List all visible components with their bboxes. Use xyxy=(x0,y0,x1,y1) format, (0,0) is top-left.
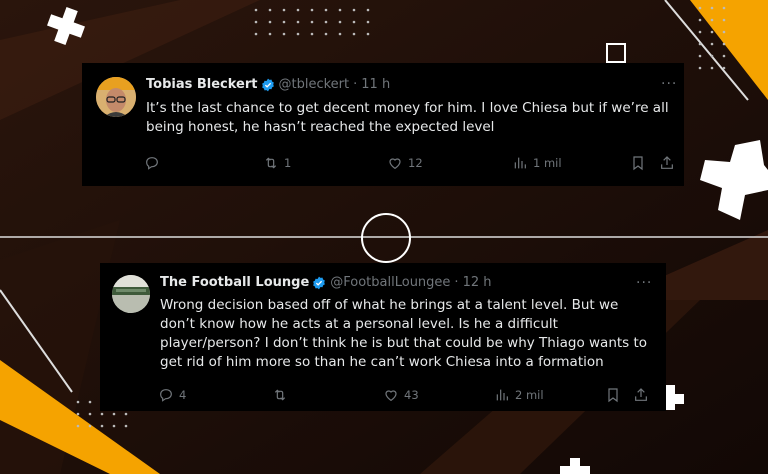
tweet-text: Wrong decision based off of what he brin… xyxy=(160,297,648,370)
views-count: 2 mil xyxy=(515,388,544,402)
reply-button[interactable]: 4 xyxy=(158,387,186,403)
action-bar: 1 12 1 mil xyxy=(144,153,682,173)
share-button[interactable] xyxy=(633,387,649,403)
like-button[interactable]: 12 xyxy=(387,155,423,171)
retweet-button[interactable]: 1 xyxy=(263,155,291,171)
views-chart-icon xyxy=(496,389,508,401)
reply-count: 4 xyxy=(179,388,187,402)
tweet-card[interactable]: Tobias Bleckert @tbleckert · 11 h ··· It… xyxy=(82,63,684,186)
heart-icon xyxy=(385,390,397,402)
action-bar: 4 43 2 mil xyxy=(158,385,658,405)
bookmark-button[interactable] xyxy=(630,155,646,171)
share-icon xyxy=(635,388,647,401)
bookmark-icon xyxy=(633,156,643,171)
bookmark-button[interactable] xyxy=(605,387,621,403)
timestamp[interactable]: 12 h xyxy=(463,275,492,290)
tweet-text: It’s the last chance to get decent money… xyxy=(146,100,669,135)
more-options-icon[interactable]: ··· xyxy=(661,76,677,92)
like-count: 43 xyxy=(404,388,419,402)
handle[interactable]: @tbleckert xyxy=(279,77,350,92)
avatar[interactable] xyxy=(112,275,150,313)
retweet-count: 1 xyxy=(284,156,292,170)
separator: · xyxy=(353,77,358,92)
like-button[interactable]: 43 xyxy=(383,387,419,403)
more-options-icon[interactable]: ··· xyxy=(636,275,652,291)
views-count: 1 mil xyxy=(533,156,562,170)
reply-icon xyxy=(160,389,172,402)
views-button[interactable]: 2 mil xyxy=(494,387,544,403)
separator: · xyxy=(454,275,459,290)
bookmark-icon xyxy=(608,388,618,403)
views-button[interactable]: 1 mil xyxy=(512,155,562,171)
retweet-icon xyxy=(265,157,277,169)
display-name[interactable]: Tobias Bleckert xyxy=(146,77,258,92)
heart-icon xyxy=(389,158,401,170)
share-icon xyxy=(661,156,673,169)
display-name[interactable]: The Football Lounge xyxy=(160,275,309,290)
verified-badge-icon xyxy=(313,276,326,289)
avatar[interactable] xyxy=(96,77,136,117)
tweet-card[interactable]: The Football Lounge @FootballLoungee · 1… xyxy=(100,263,666,411)
handle[interactable]: @FootballLoungee xyxy=(330,275,450,290)
views-chart-icon xyxy=(514,157,526,169)
share-button[interactable] xyxy=(659,155,675,171)
retweet-button[interactable] xyxy=(272,387,293,403)
verified-badge-icon xyxy=(261,78,274,91)
like-count: 12 xyxy=(408,156,423,170)
reply-icon xyxy=(146,157,158,170)
timestamp[interactable]: 11 h xyxy=(361,77,390,92)
retweet-icon xyxy=(274,389,286,401)
reply-button[interactable] xyxy=(144,155,165,171)
